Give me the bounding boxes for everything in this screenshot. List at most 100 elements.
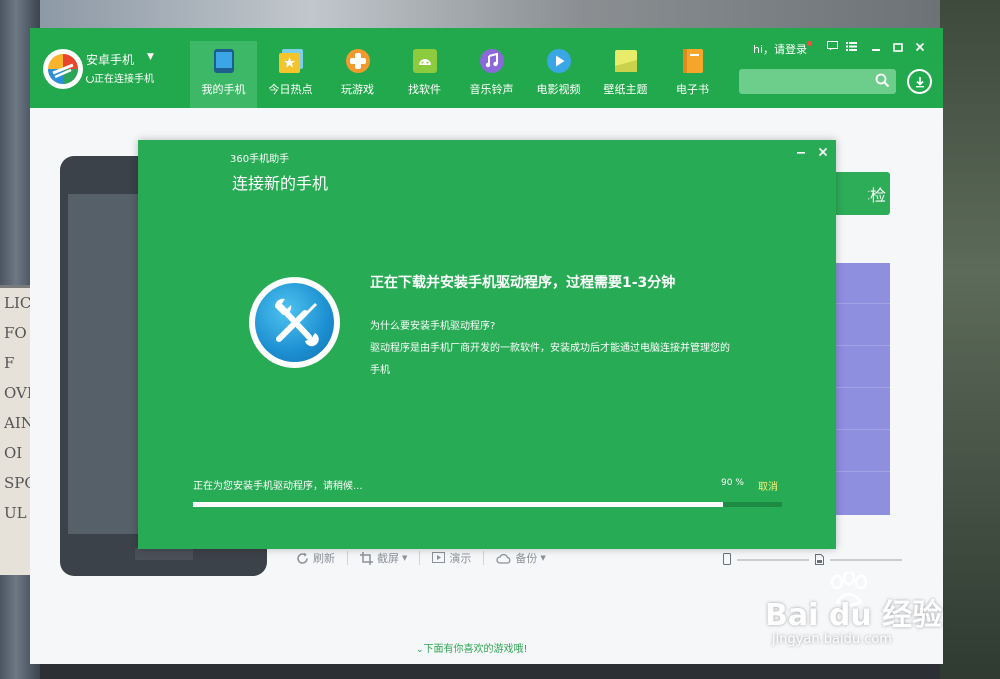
play-icon	[546, 48, 572, 74]
zoom-control	[723, 550, 902, 569]
nav-item-video[interactable]: 电影视频	[525, 41, 592, 108]
minimize-icon[interactable]	[790, 146, 812, 162]
chevron-down-icon: ▼	[402, 554, 408, 562]
music-icon	[479, 48, 505, 74]
progress-bar-fill	[193, 502, 724, 507]
progress-status: 正在为您安装手机驱动程序，请稍候...	[193, 481, 363, 492]
dialog-description: 驱动程序是由手机厂商开发的一款软件，安装成功后才能通过电脑连接并管理您的手机	[370, 343, 730, 376]
storage-divider	[830, 429, 890, 430]
top-icons	[824, 41, 862, 55]
dialog-question: 为什么要安装手机驱动程序?	[370, 321, 496, 332]
toolbar-label: 截屏	[377, 552, 399, 565]
dialog-heading: 正在下载并安装手机驱动程序，过程需要1-3分钟	[370, 275, 676, 291]
sd-card-icon[interactable]	[815, 550, 824, 569]
nav-item-software[interactable]: 找软件	[391, 41, 458, 108]
baidu-watermark: Bai du 经验 jingyan.baidu.com	[765, 572, 945, 662]
backup-button[interactable]: 备份 ▼	[496, 550, 546, 566]
nav-item-games[interactable]: 玩游戏	[324, 41, 391, 108]
refresh-icon	[296, 552, 309, 565]
nav-item-music[interactable]: 音乐铃声	[458, 41, 525, 108]
download-icon[interactable]	[907, 69, 932, 94]
game-icon	[345, 48, 371, 74]
zoom-slider[interactable]	[737, 558, 809, 561]
games-hint-link[interactable]: ⌄下面有你喜欢的游戏哦!	[416, 640, 528, 655]
storage-divider	[830, 471, 890, 472]
device-name[interactable]: 安卓手机	[86, 51, 134, 68]
background-right-strip	[940, 0, 1000, 679]
dialog-title: 连接新的手机	[232, 174, 329, 193]
nav-label: 我的手机	[201, 83, 246, 96]
watermark-url: jingyan.baidu.com	[772, 632, 892, 647]
wallpaper-icon	[613, 48, 639, 74]
toolbar-separator	[347, 551, 348, 565]
chevron-down-icon: ▼	[540, 554, 546, 562]
star-icon	[278, 48, 304, 74]
crop-icon	[360, 551, 373, 565]
toolbar-label: 演示	[449, 552, 472, 565]
android-icon	[412, 48, 438, 74]
background-sign: LIC FO F OVIC AIN OI SPO UL	[0, 285, 34, 575]
present-button[interactable]: 演示	[432, 550, 485, 566]
storage-divider	[830, 345, 890, 346]
search-input[interactable]	[739, 69, 869, 94]
background-bottom-strip	[40, 664, 940, 679]
nav-label: 玩游戏	[341, 83, 374, 96]
driver-install-dialog: 360手机助手 连接新的手机 正在下载并安装手机驱动程序，过程需要1-3分钟 为…	[138, 140, 836, 549]
nav-label: 找软件	[408, 83, 441, 96]
toolbar-separator	[419, 551, 421, 565]
loading-spinner-icon	[86, 75, 94, 83]
nav-label: 电影视频	[536, 83, 581, 96]
toolbar-label: 刷新	[313, 552, 335, 565]
toolbar-separator	[483, 551, 485, 565]
login-label: hi，请登录	[753, 43, 808, 56]
search-box	[739, 69, 896, 94]
close-icon[interactable]	[909, 40, 931, 56]
nav-item-my-phone[interactable]: 我的手机	[190, 41, 257, 108]
window-controls	[865, 40, 931, 56]
main-nav: 我的手机 今日热点 玩游戏 找软件 音乐铃声 电影视频 壁纸主题 电子书	[190, 41, 726, 108]
small-phone-icon[interactable]	[723, 550, 731, 569]
cloud-icon	[496, 553, 511, 564]
nav-item-wallpaper[interactable]: 壁纸主题	[592, 41, 659, 108]
storage-slider[interactable]	[830, 558, 902, 561]
message-icon[interactable]	[824, 41, 841, 55]
background-top-strip	[40, 0, 940, 28]
nav-label: 今日热点	[268, 83, 313, 96]
nav-item-hot-today[interactable]: 今日热点	[257, 41, 324, 108]
notification-dot	[807, 41, 813, 46]
storage-panel	[830, 263, 890, 515]
progress-percent: 90 %	[721, 478, 744, 488]
cancel-link[interactable]: 取消	[758, 478, 778, 493]
present-icon	[432, 552, 446, 564]
chevron-down-icon: ⌄	[416, 645, 424, 655]
nav-label: 壁纸主题	[603, 83, 648, 96]
nav-label: 音乐铃声	[469, 83, 514, 96]
dialog-window-controls	[790, 146, 834, 162]
storage-divider	[830, 303, 890, 304]
menu-icon[interactable]	[843, 41, 860, 55]
phone-icon	[211, 48, 237, 74]
device-status: 正在连接手机	[86, 70, 154, 85]
search-icon[interactable]	[875, 73, 890, 92]
screenshot-button[interactable]: 截屏 ▼	[360, 550, 421, 566]
maximize-icon[interactable]	[887, 40, 909, 56]
progress-bar	[193, 502, 782, 507]
phone-home-bar	[135, 548, 193, 560]
checkup-button[interactable]: 体检	[830, 172, 890, 215]
nav-item-ebook[interactable]: 电子书	[659, 41, 726, 108]
watermark-text: Bai du 经验	[765, 598, 943, 633]
storage-divider	[830, 387, 890, 388]
refresh-button[interactable]: 刷新	[296, 550, 348, 566]
checkup-button-label: 体检	[853, 185, 886, 205]
wrench-screwdriver-icon	[249, 277, 340, 368]
login-link[interactable]: hi，请登录	[753, 41, 813, 57]
phone-toolbar: 刷新 截屏 ▼ 演示 备份 ▼	[296, 550, 558, 566]
app-logo-icon[interactable]	[43, 49, 83, 89]
book-icon	[680, 48, 706, 74]
nav-label: 电子书	[676, 83, 709, 96]
device-status-label: 正在连接手机	[94, 74, 154, 85]
minimize-icon[interactable]	[865, 40, 887, 56]
games-hint-label: 下面有你喜欢的游戏哦!	[423, 644, 528, 655]
chevron-down-icon[interactable]: ▼	[147, 52, 154, 62]
close-icon[interactable]	[812, 146, 834, 162]
